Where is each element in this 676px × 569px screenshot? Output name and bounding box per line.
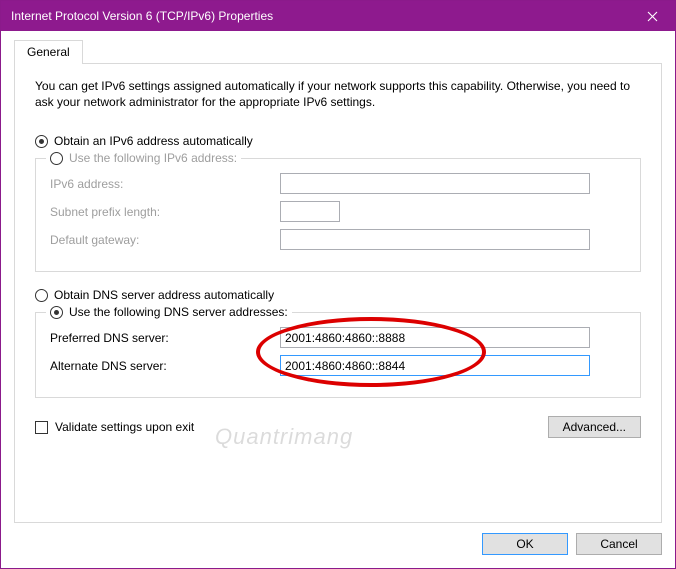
radio-ip-manual[interactable]: Use the following IPv6 address:: [46, 151, 241, 165]
close-icon: [647, 11, 658, 22]
tab-page-general: You can get IPv6 settings assigned autom…: [14, 63, 662, 523]
default-gateway-input: [280, 229, 590, 250]
radio-label: Use the following DNS server addresses:: [69, 305, 288, 319]
dialog-buttons: OK Cancel: [14, 523, 662, 555]
radio-icon: [50, 306, 63, 319]
field-label: Alternate DNS server:: [50, 359, 280, 373]
alternate-dns-input[interactable]: [280, 355, 590, 376]
field-label: Preferred DNS server:: [50, 331, 280, 345]
ok-button[interactable]: OK: [482, 533, 568, 555]
cancel-button[interactable]: Cancel: [576, 533, 662, 555]
field-preferred-dns: Preferred DNS server:: [50, 327, 626, 348]
radio-dns-manual[interactable]: Use the following DNS server addresses:: [46, 305, 292, 319]
close-button[interactable]: [630, 1, 675, 31]
radio-icon: [35, 135, 48, 148]
radio-dns-auto[interactable]: Obtain DNS server address automatically: [35, 288, 641, 302]
radio-label: Obtain DNS server address automatically: [54, 288, 274, 302]
titlebar[interactable]: Internet Protocol Version 6 (TCP/IPv6) P…: [1, 1, 675, 31]
ip-groupbox: Use the following IPv6 address: IPv6 add…: [35, 158, 641, 272]
advanced-button[interactable]: Advanced...: [548, 416, 641, 438]
field-label: IPv6 address:: [50, 177, 280, 191]
field-label: Subnet prefix length:: [50, 205, 280, 219]
bottom-row: Validate settings upon exit Advanced...: [35, 416, 641, 438]
radio-label: Obtain an IPv6 address automatically: [54, 134, 253, 148]
field-label: Default gateway:: [50, 233, 280, 247]
radio-label: Use the following IPv6 address:: [69, 151, 237, 165]
validate-checkbox[interactable]: [35, 421, 48, 434]
radio-icon: [50, 152, 63, 165]
field-alternate-dns: Alternate DNS server:: [50, 355, 626, 376]
field-prefix-length: Subnet prefix length:: [50, 201, 626, 222]
tabstrip: General: [14, 40, 662, 63]
preferred-dns-input[interactable]: [280, 327, 590, 348]
window-title: Internet Protocol Version 6 (TCP/IPv6) P…: [11, 9, 630, 23]
field-default-gateway: Default gateway:: [50, 229, 626, 250]
description-text: You can get IPv6 settings assigned autom…: [35, 78, 641, 110]
prefix-length-input: [280, 201, 340, 222]
properties-window: Internet Protocol Version 6 (TCP/IPv6) P…: [0, 0, 676, 569]
tab-general[interactable]: General: [14, 40, 83, 64]
validate-label: Validate settings upon exit: [55, 420, 194, 434]
radio-icon: [35, 289, 48, 302]
radio-ip-auto[interactable]: Obtain an IPv6 address automatically: [35, 134, 641, 148]
field-ipv6-address: IPv6 address:: [50, 173, 626, 194]
dns-groupbox: Use the following DNS server addresses: …: [35, 312, 641, 398]
client-area: General You can get IPv6 settings assign…: [1, 31, 675, 568]
ipv6-address-input: [280, 173, 590, 194]
